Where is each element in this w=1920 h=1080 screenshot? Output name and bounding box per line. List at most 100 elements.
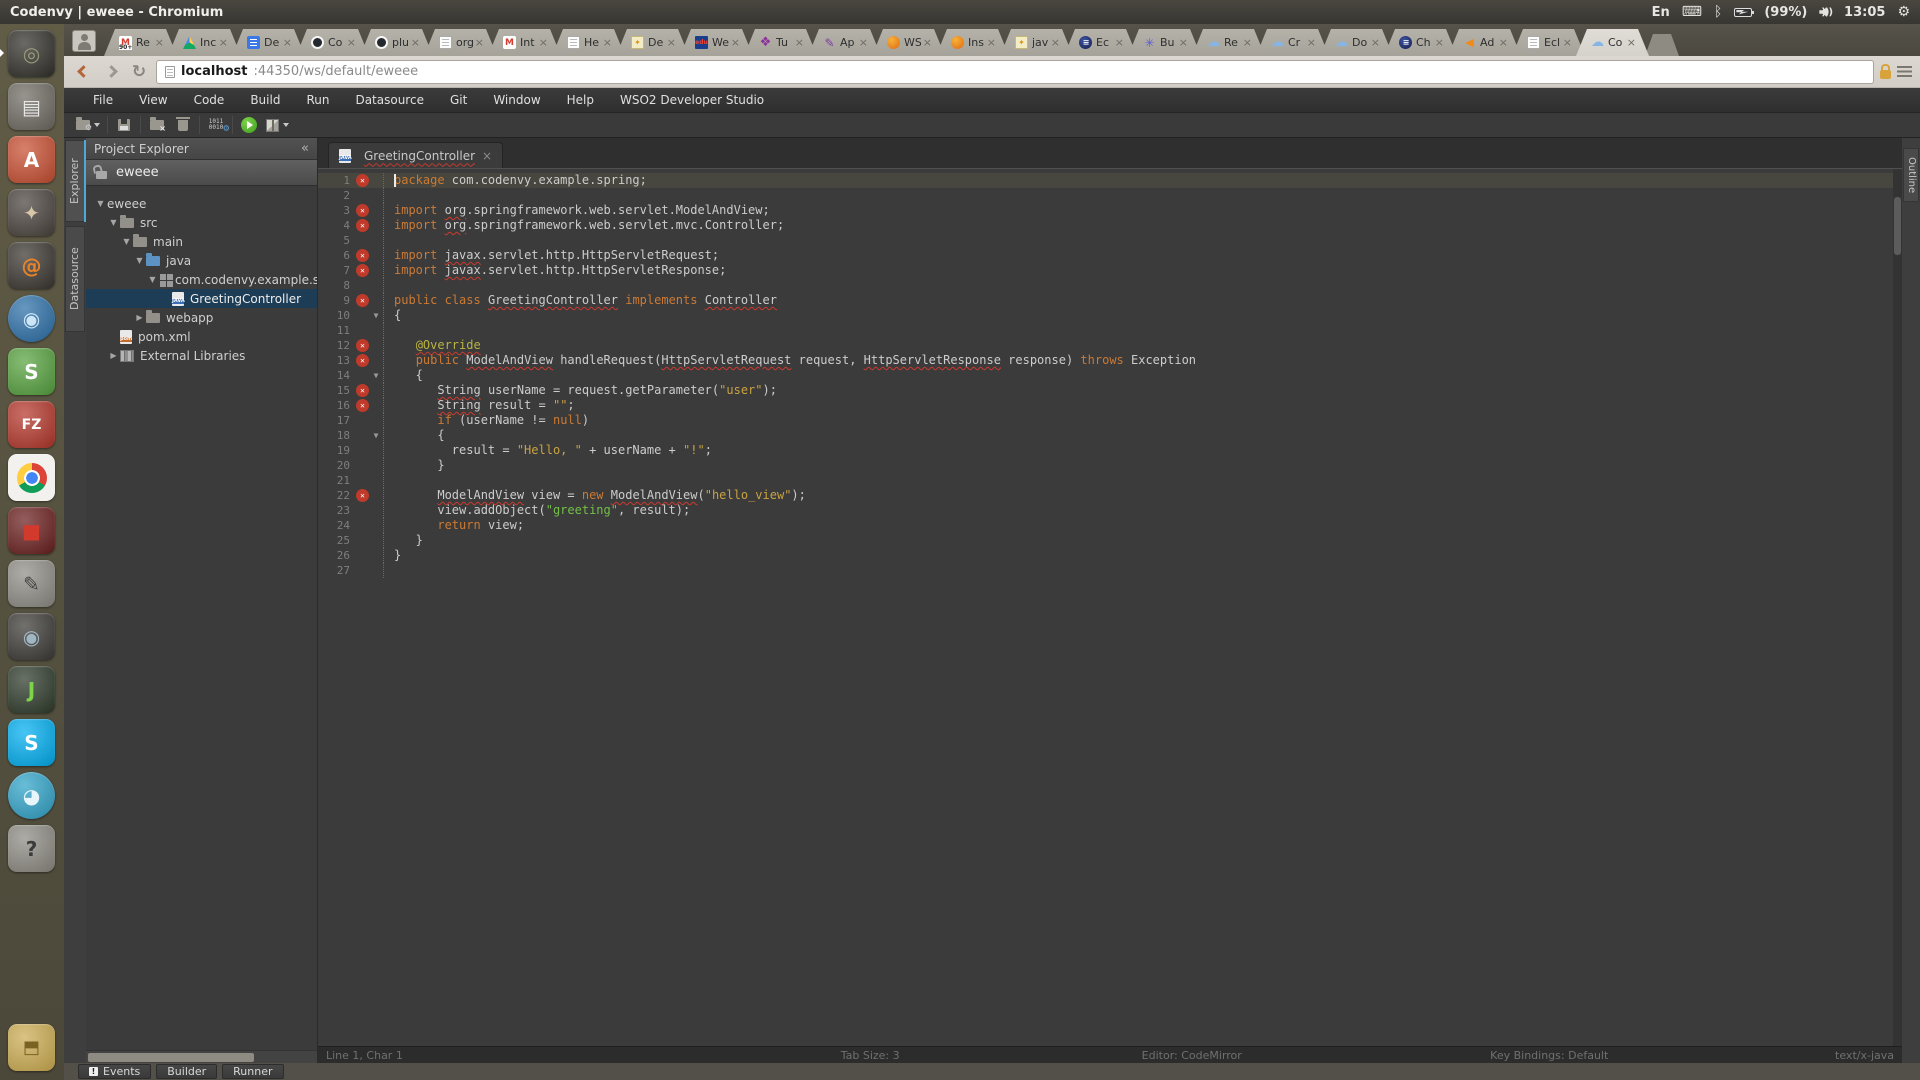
code-line[interactable]: 3✕import org.springframework.web.servlet… (318, 203, 1893, 218)
tab-close-icon[interactable]: × (347, 36, 356, 49)
code-line[interactable]: 2 (318, 188, 1893, 203)
launcher-icon-lens-app[interactable]: ◉ (8, 295, 55, 342)
launcher-icon-jdownloader[interactable]: J (8, 666, 55, 713)
panel-tab-events[interactable]: !Events (78, 1064, 151, 1079)
browser-tab-re[interactable]: M90+Re× (104, 29, 177, 56)
code-line[interactable]: 1✕package com.codenvy.example.spring; (318, 173, 1893, 188)
browser-tab-jav[interactable]: ✦jav× (1000, 29, 1073, 56)
launcher-icon-help[interactable]: ? (8, 825, 55, 872)
code-line[interactable]: 25 } (318, 533, 1893, 548)
browser-tab-ch[interactable]: ≡Ch× (1384, 29, 1457, 56)
panel-tab-runner[interactable]: Runner (222, 1064, 283, 1079)
tab-close-icon[interactable]: × (1179, 36, 1188, 49)
menu-help[interactable]: Help (554, 88, 607, 113)
tab-outline[interactable]: Outline (1903, 148, 1919, 202)
tab-close-icon[interactable]: × (1243, 36, 1252, 49)
menu-build[interactable]: Build (237, 88, 293, 113)
browser-tab-inc[interactable]: Inc× (168, 29, 241, 56)
new-tab-button[interactable] (1645, 34, 1679, 56)
browser-tab-co[interactable]: Co× (296, 29, 369, 56)
close-project-button[interactable] (144, 115, 170, 136)
tree-expand-icon[interactable]: ▶ (107, 351, 120, 360)
tab-close-icon[interactable]: × (1499, 36, 1508, 49)
volume-icon[interactable]: ))) (1819, 7, 1832, 18)
code-line[interactable]: 18▼ { (318, 428, 1893, 443)
browser-tab-bu[interactable]: ✳Bu× (1128, 29, 1201, 56)
save-button[interactable] (111, 115, 137, 136)
launcher-icon-text-editor[interactable]: A (8, 136, 55, 183)
keyboard-layout-indicator[interactable]: En (1652, 5, 1670, 20)
code-line[interactable]: 7✕import javax.servlet.http.HttpServletR… (318, 263, 1893, 278)
code-line[interactable]: 13✕ public ModelAndView handleRequest(Ht… (318, 353, 1893, 368)
session-gear-icon[interactable]: ⚙ (1897, 4, 1910, 20)
code-line[interactable]: 19 result = "Hello, " + userName + "!"; (318, 443, 1893, 458)
project-menu-button[interactable]: ⚙ (72, 115, 104, 136)
browser-tab-ec[interactable]: ≡Ec× (1064, 29, 1137, 56)
profile-avatar-button[interactable] (72, 30, 96, 52)
tree-item-com-codenvy-example-sp[interactable]: ▼com.codenvy.example.sp (86, 270, 317, 289)
clock[interactable]: 13:05 (1844, 5, 1885, 20)
code-line[interactable]: 27 (318, 563, 1893, 578)
code-line[interactable]: 4✕import org.springframework.web.servlet… (318, 218, 1893, 233)
tab-close-icon[interactable]: × (731, 36, 740, 49)
browser-tab-we[interactable]: eduWe× (680, 29, 753, 56)
keyboard-icon[interactable]: ⌨ (1682, 4, 1702, 20)
fold-arrow-icon[interactable]: ▼ (369, 431, 383, 440)
editor-tab-greetingcontroller[interactable]: GreetingController × (328, 142, 503, 168)
tab-close-icon[interactable]: × (987, 36, 996, 49)
launcher-icon-chromium[interactable] (8, 454, 55, 501)
browser-tab-plu[interactable]: plu× (360, 29, 433, 56)
tree-item-external-libraries[interactable]: ▶External Libraries (86, 346, 317, 365)
tab-close-icon[interactable]: × (1563, 36, 1572, 49)
tab-close-icon[interactable]: × (411, 36, 420, 49)
code-line[interactable]: 5 (318, 233, 1893, 248)
tree-expand-icon[interactable]: ▼ (146, 275, 159, 284)
code-line[interactable]: 12✕ @Override (318, 338, 1893, 353)
tree-expand-icon[interactable]: ▼ (107, 218, 120, 227)
browser-tab-ap[interactable]: ✎Ap× (808, 29, 881, 56)
collapse-panel-icon[interactable]: « (301, 141, 309, 156)
launcher-icon-media-app[interactable]: ◕ (8, 772, 55, 819)
menu-file[interactable]: File (80, 88, 126, 113)
forward-button[interactable] (100, 61, 122, 83)
launcher-icon-notes-app[interactable]: S (8, 348, 55, 395)
tab-close-icon[interactable]: × (795, 36, 804, 49)
code-line[interactable]: 6✕import javax.servlet.http.HttpServletR… (318, 248, 1893, 263)
launcher-icon-pencil-app[interactable]: ✎ (8, 560, 55, 607)
tree-expand-icon[interactable]: ▶ (133, 313, 146, 322)
launcher-icon-filezilla[interactable]: FZ (8, 401, 55, 448)
launcher-icon-files[interactable]: ▤ (8, 83, 55, 130)
code-line[interactable]: 10▼{ (318, 308, 1893, 323)
tree-item-webapp[interactable]: ▶webapp (86, 308, 317, 327)
reload-button[interactable]: ↻ (128, 61, 150, 83)
code-line[interactable]: 21 (318, 473, 1893, 488)
launcher-icon-workspaces[interactable]: ⬒ (8, 1024, 55, 1071)
code-editor[interactable]: 1✕package com.codenvy.example.spring;23✕… (318, 168, 1902, 1046)
panel-tab-builder[interactable]: Builder (156, 1064, 217, 1079)
launcher-icon-skype[interactable]: S (8, 719, 55, 766)
tab-close-icon[interactable]: × (283, 36, 292, 49)
launcher-icon-recorder[interactable]: ■ (8, 507, 55, 554)
tree-item-java[interactable]: ▼java (86, 251, 317, 270)
menu-code[interactable]: Code (181, 88, 238, 113)
tree-expand-icon[interactable]: ▼ (94, 199, 107, 208)
menu-view[interactable]: View (126, 88, 180, 113)
tab-close-icon[interactable]: × (1435, 36, 1444, 49)
fold-arrow-icon[interactable]: ▼ (369, 311, 383, 320)
launcher-icon-photo-app[interactable]: ✦ (8, 189, 55, 236)
menu-run[interactable]: Run (293, 88, 342, 113)
tab-close-icon[interactable]: × (1307, 36, 1316, 49)
browser-tab-cr[interactable]: ☁Cr× (1256, 29, 1329, 56)
tab-close-icon[interactable]: × (539, 36, 548, 49)
browser-tab-ins[interactable]: Ins× (936, 29, 1009, 56)
menu-datasource[interactable]: Datasource (342, 88, 437, 113)
tree-expand-icon[interactable]: ▼ (120, 237, 133, 246)
code-line[interactable]: 22✕ ModelAndView view = new ModelAndView… (318, 488, 1893, 503)
code-line[interactable]: 17 if (userName != null) (318, 413, 1893, 428)
code-line[interactable]: 15✕ String userName = request.getParamet… (318, 383, 1893, 398)
menu-window[interactable]: Window (480, 88, 553, 113)
back-button[interactable] (72, 61, 94, 83)
code-line[interactable]: 26} (318, 548, 1893, 563)
tree-item-src[interactable]: ▼src (86, 213, 317, 232)
menu-wso2-developer-studio[interactable]: WSO2 Developer Studio (607, 88, 777, 113)
